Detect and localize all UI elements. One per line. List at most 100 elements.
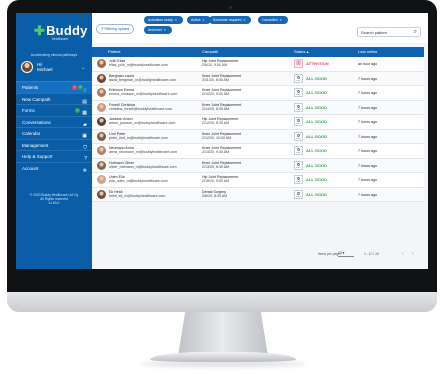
close-icon[interactable]: × [164,28,166,32]
sidebar-nav: Patients ! ✓ 👥 New Campath ▤ Forms ✓ ▦ C… [16,81,92,174]
filter-chip[interactable]: Activation ready × [144,16,183,24]
patient-cell[interactable]: Jansson Anton anton_jansson_m@buddyhealth… [109,117,175,126]
status-label: ALL GOOD [306,177,328,182]
filter-chip[interactable]: Archived × [144,26,172,34]
table-row[interactable]: Neumann Anna anna_neumann_m@buddyhealthca… [92,144,424,159]
table-row[interactable]: Julin Elias elias_julin_m@buddyhealthcare… [92,57,424,72]
chevron-left-icon[interactable]: ‹ [402,251,404,257]
status-label: ALL GOOD [306,148,328,153]
patient-avatar [97,117,106,126]
table-row[interactable]: Eriksson Emma emma_eriksson_m@buddyhealth… [92,86,424,101]
table-row[interactable]: Jansson Anton anton_jansson_m@buddyhealth… [92,115,424,130]
last-online: 7 hours ago [358,192,377,197]
sidebar-item-label: Forms [22,108,35,113]
patient-avatar [97,59,106,68]
patient-avatar [97,102,106,112]
sidebar-item-label: Conversations [22,119,51,125]
status-label: ALL GOOD [306,133,328,139]
last-online: 7 hours ago [358,163,377,168]
table-row[interactable]: Hofmann Oliver oliver_hofmann_m@buddyheal… [92,158,424,173]
sidebar-item-conversations[interactable]: Conversations ▰ [16,115,92,128]
search-icon[interactable]: ⌕ [414,28,417,36]
close-icon[interactable]: × [243,18,245,22]
status-label: ALL GOOD [306,119,328,124]
patient-avatar [97,88,106,97]
campath-cell: Hip Joint Replacement 2/18/20, 9:00 AM [202,175,239,184]
patient-cell[interactable]: Neumann Anna anna_neumann_m@buddyhealthca… [109,146,177,155]
close-icon[interactable]: × [203,18,205,22]
last-online: an hour ago [358,62,378,66]
status-label: ALL GOOD [306,104,328,110]
user-profile[interactable]: Hi! Michael ⌄ [21,61,89,75]
patient-cell[interactable]: Ek Heidi heidi_ek_m@buddyhealthcare.com [109,190,165,199]
monitor-stand [178,312,268,356]
table-row[interactable]: Uden Ella ella_uden_m@buddyhealthcare.com… [92,173,424,188]
sidebar-item-new-campath[interactable]: New Campath ▤ [16,92,92,105]
score-box: 0 score [294,175,303,184]
last-online: 7 hours ago [358,105,377,110]
patient-cell[interactable]: Hofmann Oliver oliver_hofmann_m@buddyheal… [109,161,177,170]
patient-cell[interactable]: Julin Elias elias_julin_m@buddyhealthcare… [109,59,168,68]
sidebar-item-patients[interactable]: Patients ! ✓ 👥 [16,81,92,93]
score-box: 0 score [294,189,303,199]
sidebar-item-calendar[interactable]: Calendar ▣ [16,127,92,139]
attention-icon: ▥ [294,59,303,68]
brand-tagline: Accelerating clinical pathways [30,53,78,57]
score-box: 0 score [294,146,303,155]
last-online: 7 hours ago [358,91,377,95]
sidebar-item-label: Help & Support [22,154,53,159]
close-icon[interactable]: × [280,18,282,22]
patient-cell[interactable]: Eriksson Emma emma_eriksson_m@buddyhealth… [109,88,177,97]
campath-cell: Knee Joint Replacement 2/11/20, 8:30 AM [202,73,242,82]
column-header-status[interactable]: Status ▴ [294,47,308,57]
patient-cell[interactable]: Uden Ella ella_uden_m@buddyhealthcare.com [109,175,168,184]
last-online: 7 hours ago [358,149,377,153]
sidebar-item-label: Patients [22,85,39,90]
chevron-down-icon[interactable]: ⌄ [81,65,85,71]
sidebar-item-account[interactable]: Account ✲ [16,161,92,174]
score-box: 0 score [294,160,303,170]
last-online: 7 hours ago [358,178,377,182]
imac-mockup: ✚Buddy healthcare Accelerating clinical … [0,0,445,374]
campath-cell: Dental Surgery 2/6/20, 8:30 AM [202,189,228,198]
campath-cell: Knee Joint Replacement 2/10/20, 9:00 AM [202,88,242,97]
filter-chip[interactable]: Cancelled × [258,16,288,24]
sidebar-item-forms[interactable]: Forms ✓ ▦ [16,104,92,116]
close-icon[interactable]: × [175,18,177,22]
copyright: © 2020 Buddy Healthcare Ltd Oy All Right… [29,193,79,206]
column-header-patient[interactable]: Patient [108,47,120,57]
campath-cell: Hip Joint Replacement 2/6/20, 9:00 AM [202,59,239,68]
filter-chip[interactable]: Active × [187,16,211,24]
status-label: ALL GOOD [306,90,328,95]
search-input[interactable] [361,29,409,36]
campath-cell: Knee Joint Replacement 2/14/20, 8:30 AM [202,102,242,111]
table-row[interactable]: Lind Peter peter_lind_m@buddyhealthcare.c… [92,129,424,144]
patient-avatar [97,146,106,155]
patient-avatar [97,189,106,199]
column-header-last-online[interactable]: Last online [358,47,377,57]
chevron-right-icon[interactable]: › [412,251,414,257]
page-range: 1 - 10 / 19 [364,252,379,256]
plus-icon: ✚ [34,23,46,38]
items-per-page-select[interactable]: 10 ▾ [338,251,354,257]
score-box: 0 score [294,117,303,126]
patient-cell[interactable]: Bergman Laura laura_bergman_m@buddyhealth… [109,74,176,83]
sidebar-item-management[interactable]: Management ⛉ [16,138,92,151]
campath-cell: Knee Joint Replacement 2/13/20, 8:30 AM [202,160,242,169]
filtering-options-button[interactable]: ⚲ Filtering options [96,24,135,34]
column-header-campath[interactable]: Campath [202,47,218,57]
search-box[interactable]: ⌕ [357,27,421,37]
brand-sub: healthcare [52,37,69,41]
patient-cell[interactable]: Lind Peter peter_lind_m@buddyhealthcare.c… [109,132,168,141]
table-row[interactable]: Forsell Christina christina_forsell@buddy… [92,100,424,115]
table-row[interactable]: Ek Heidi heidi_ek_m@buddyhealthcare.com De… [92,187,424,202]
filter-chip[interactable]: Schedule required × [209,16,252,24]
last-online: 7 hours ago [358,76,377,81]
main-content: ⚲ Filtering options Activation ready × Ac… [92,13,428,269]
sidebar-item-label: New Campath [22,96,51,102]
patient-cell[interactable]: Forsell Christina christina_forsell@buddy… [109,103,172,112]
table-row[interactable]: Bergman Laura laura_bergman_m@buddyhealth… [92,71,424,86]
monitor-base [150,352,296,362]
sidebar-item-help[interactable]: Help & Support ? [16,150,92,162]
app-screen: ✚Buddy healthcare Accelerating clinical … [16,13,428,269]
